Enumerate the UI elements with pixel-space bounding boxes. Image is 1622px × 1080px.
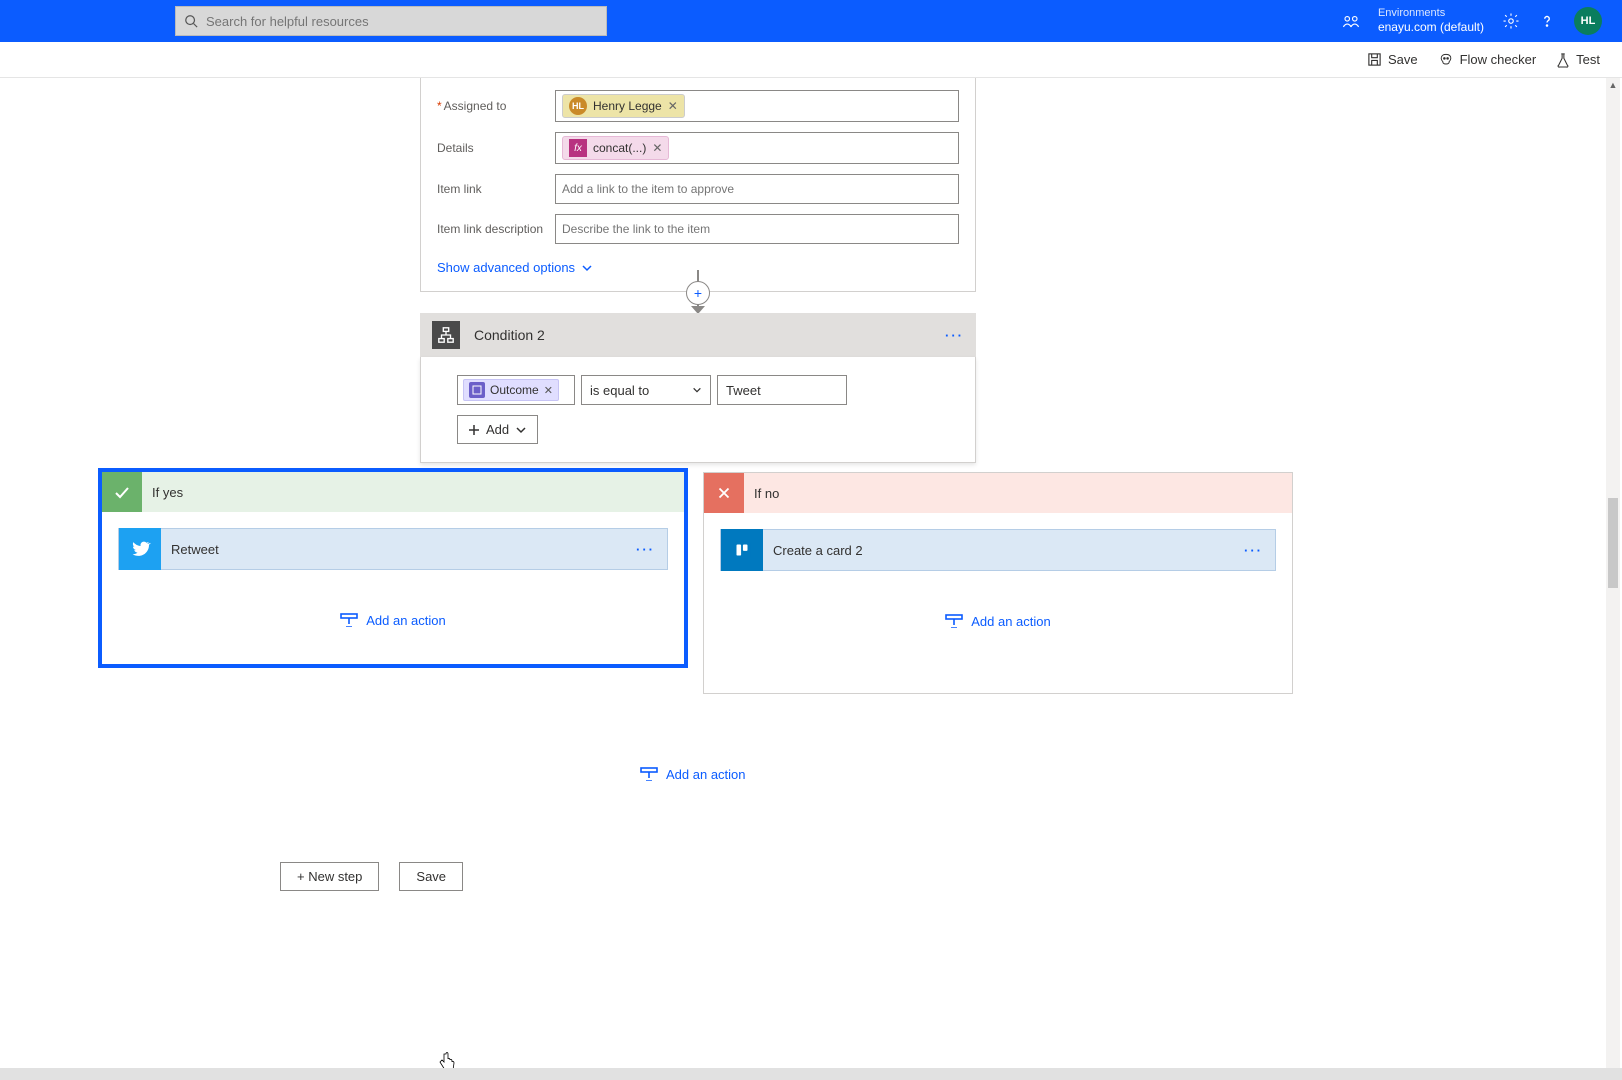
- label-details: Details: [437, 141, 555, 155]
- yes-add-action-link[interactable]: Add an action: [118, 612, 668, 648]
- remove-assignee-icon[interactable]: ✕: [668, 99, 678, 113]
- trello-action-name: Create a card 2: [773, 543, 1244, 558]
- top-header: Environments enayu.com (default) HL: [0, 0, 1622, 42]
- no-add-action-link[interactable]: Add an action: [720, 613, 1276, 649]
- condition-operator-select[interactable]: is equal to: [581, 375, 711, 405]
- search-input[interactable]: [206, 14, 598, 29]
- assignee-name: Henry Legge: [593, 99, 662, 113]
- add-action-icon: [340, 612, 358, 628]
- condition-body: Outcome ✕ is equal to Tweet Add: [420, 357, 976, 463]
- twitter-icon: [119, 528, 161, 570]
- outcome-token[interactable]: Outcome ✕: [463, 379, 559, 401]
- condition-card: Condition 2 ··· Outcome ✕: [420, 313, 976, 463]
- if-no-branch: If no Create a card 2 ··· Add an action: [703, 472, 1293, 694]
- outcome-token-icon: [469, 382, 485, 398]
- outcome-token-label: Outcome: [490, 383, 539, 397]
- chevron-down-icon: [581, 262, 593, 274]
- condition-icon: [432, 321, 460, 349]
- operator-label: is equal to: [590, 383, 649, 398]
- condition-value: Tweet: [726, 383, 761, 398]
- user-avatar[interactable]: HL: [1574, 7, 1602, 35]
- test-button[interactable]: Test: [1556, 52, 1600, 68]
- environment-selector[interactable]: Environments enayu.com (default): [1378, 7, 1484, 35]
- condition-add-button[interactable]: Add: [457, 415, 538, 444]
- show-advanced-label: Show advanced options: [437, 260, 575, 275]
- scroll-thumb[interactable]: [1608, 498, 1618, 588]
- environment-name: enayu.com (default): [1378, 20, 1484, 34]
- search-box[interactable]: [175, 6, 607, 36]
- condition-header[interactable]: Condition 2 ···: [420, 313, 976, 357]
- if-no-header: If no: [704, 473, 1292, 513]
- help-icon[interactable]: [1538, 12, 1556, 30]
- if-yes-label: If yes: [152, 485, 183, 500]
- show-advanced-link[interactable]: Show advanced options: [437, 260, 593, 275]
- label-item-link-desc: Item link description: [437, 222, 555, 236]
- new-step-button[interactable]: + New step: [280, 862, 379, 891]
- assignee-pill[interactable]: HL Henry Legge ✕: [562, 94, 685, 118]
- if-yes-header: If yes: [102, 472, 684, 512]
- condition-title: Condition 2: [474, 327, 945, 343]
- chevron-down-icon: [692, 385, 702, 395]
- item-link-desc-input[interactable]: [562, 222, 952, 236]
- close-icon: [704, 473, 744, 513]
- retweet-action-name: Retweet: [171, 542, 636, 557]
- flow-checker-label: Flow checker: [1460, 52, 1537, 67]
- test-icon: [1556, 52, 1570, 68]
- retweet-menu-button[interactable]: ···: [636, 542, 667, 557]
- add-action-label: Add an action: [666, 767, 746, 782]
- assignee-avatar-icon: HL: [569, 97, 587, 115]
- add-label: Add: [486, 422, 509, 437]
- scroll-up-arrow[interactable]: ▲: [1606, 78, 1620, 92]
- condition-menu-button[interactable]: ···: [945, 328, 964, 343]
- if-no-label: If no: [754, 486, 779, 501]
- outer-add-action-link[interactable]: Add an action: [640, 766, 746, 782]
- footer-buttons: + New step Save: [280, 862, 463, 891]
- flow-checker-button[interactable]: Flow checker: [1438, 52, 1537, 68]
- environment-label: Environments: [1378, 7, 1484, 20]
- action-bar: Save Flow checker Test: [0, 42, 1622, 78]
- remove-fx-icon[interactable]: ✕: [652, 141, 662, 155]
- chevron-down-icon: [515, 424, 527, 436]
- item-link-field[interactable]: [555, 174, 959, 204]
- add-step-between-button[interactable]: +: [686, 281, 710, 305]
- condition-value-field[interactable]: Tweet: [717, 375, 847, 405]
- approval-card: *Assigned to HL Henry Legge ✕ Details fx…: [420, 78, 976, 292]
- fx-icon: fx: [569, 139, 587, 157]
- condition-left-operand[interactable]: Outcome ✕: [457, 375, 575, 405]
- retweet-action-card[interactable]: Retweet ···: [118, 528, 668, 570]
- add-action-icon: [640, 766, 658, 782]
- fx-text: concat(...): [593, 141, 646, 155]
- add-action-label: Add an action: [366, 613, 446, 628]
- settings-icon[interactable]: [1502, 12, 1520, 30]
- environment-icon[interactable]: [1342, 12, 1360, 30]
- label-item-link: Item link: [437, 182, 555, 196]
- add-action-label: Add an action: [971, 614, 1051, 629]
- test-label: Test: [1576, 52, 1600, 67]
- plus-icon: [468, 424, 480, 436]
- horizontal-scrollbar[interactable]: [0, 1068, 1622, 1080]
- trello-icon: [721, 529, 763, 571]
- item-link-input[interactable]: [562, 182, 952, 196]
- vertical-scrollbar[interactable]: ▲ ▼: [1606, 78, 1620, 1080]
- save-label: Save: [1388, 52, 1418, 67]
- details-fx-pill[interactable]: fx concat(...) ✕: [562, 136, 669, 160]
- flow-canvas[interactable]: *Assigned to HL Henry Legge ✕ Details fx…: [0, 78, 1622, 1080]
- save-button[interactable]: Save: [1367, 52, 1418, 67]
- flow-checker-icon: [1438, 52, 1454, 68]
- add-action-icon: [945, 613, 963, 629]
- save-icon: [1367, 52, 1382, 67]
- trello-action-card[interactable]: Create a card 2 ···: [720, 529, 1276, 571]
- search-icon: [184, 14, 198, 28]
- footer-save-button[interactable]: Save: [399, 862, 463, 891]
- if-yes-branch: If yes Retweet ··· Add an action: [98, 468, 688, 668]
- remove-outcome-icon[interactable]: ✕: [544, 384, 553, 397]
- details-field[interactable]: fx concat(...) ✕: [555, 132, 959, 164]
- trello-menu-button[interactable]: ···: [1244, 543, 1275, 558]
- assigned-to-field[interactable]: HL Henry Legge ✕: [555, 90, 959, 122]
- item-link-desc-field[interactable]: [555, 214, 959, 244]
- check-icon: [102, 472, 142, 512]
- label-assigned-to: *Assigned to: [437, 99, 555, 113]
